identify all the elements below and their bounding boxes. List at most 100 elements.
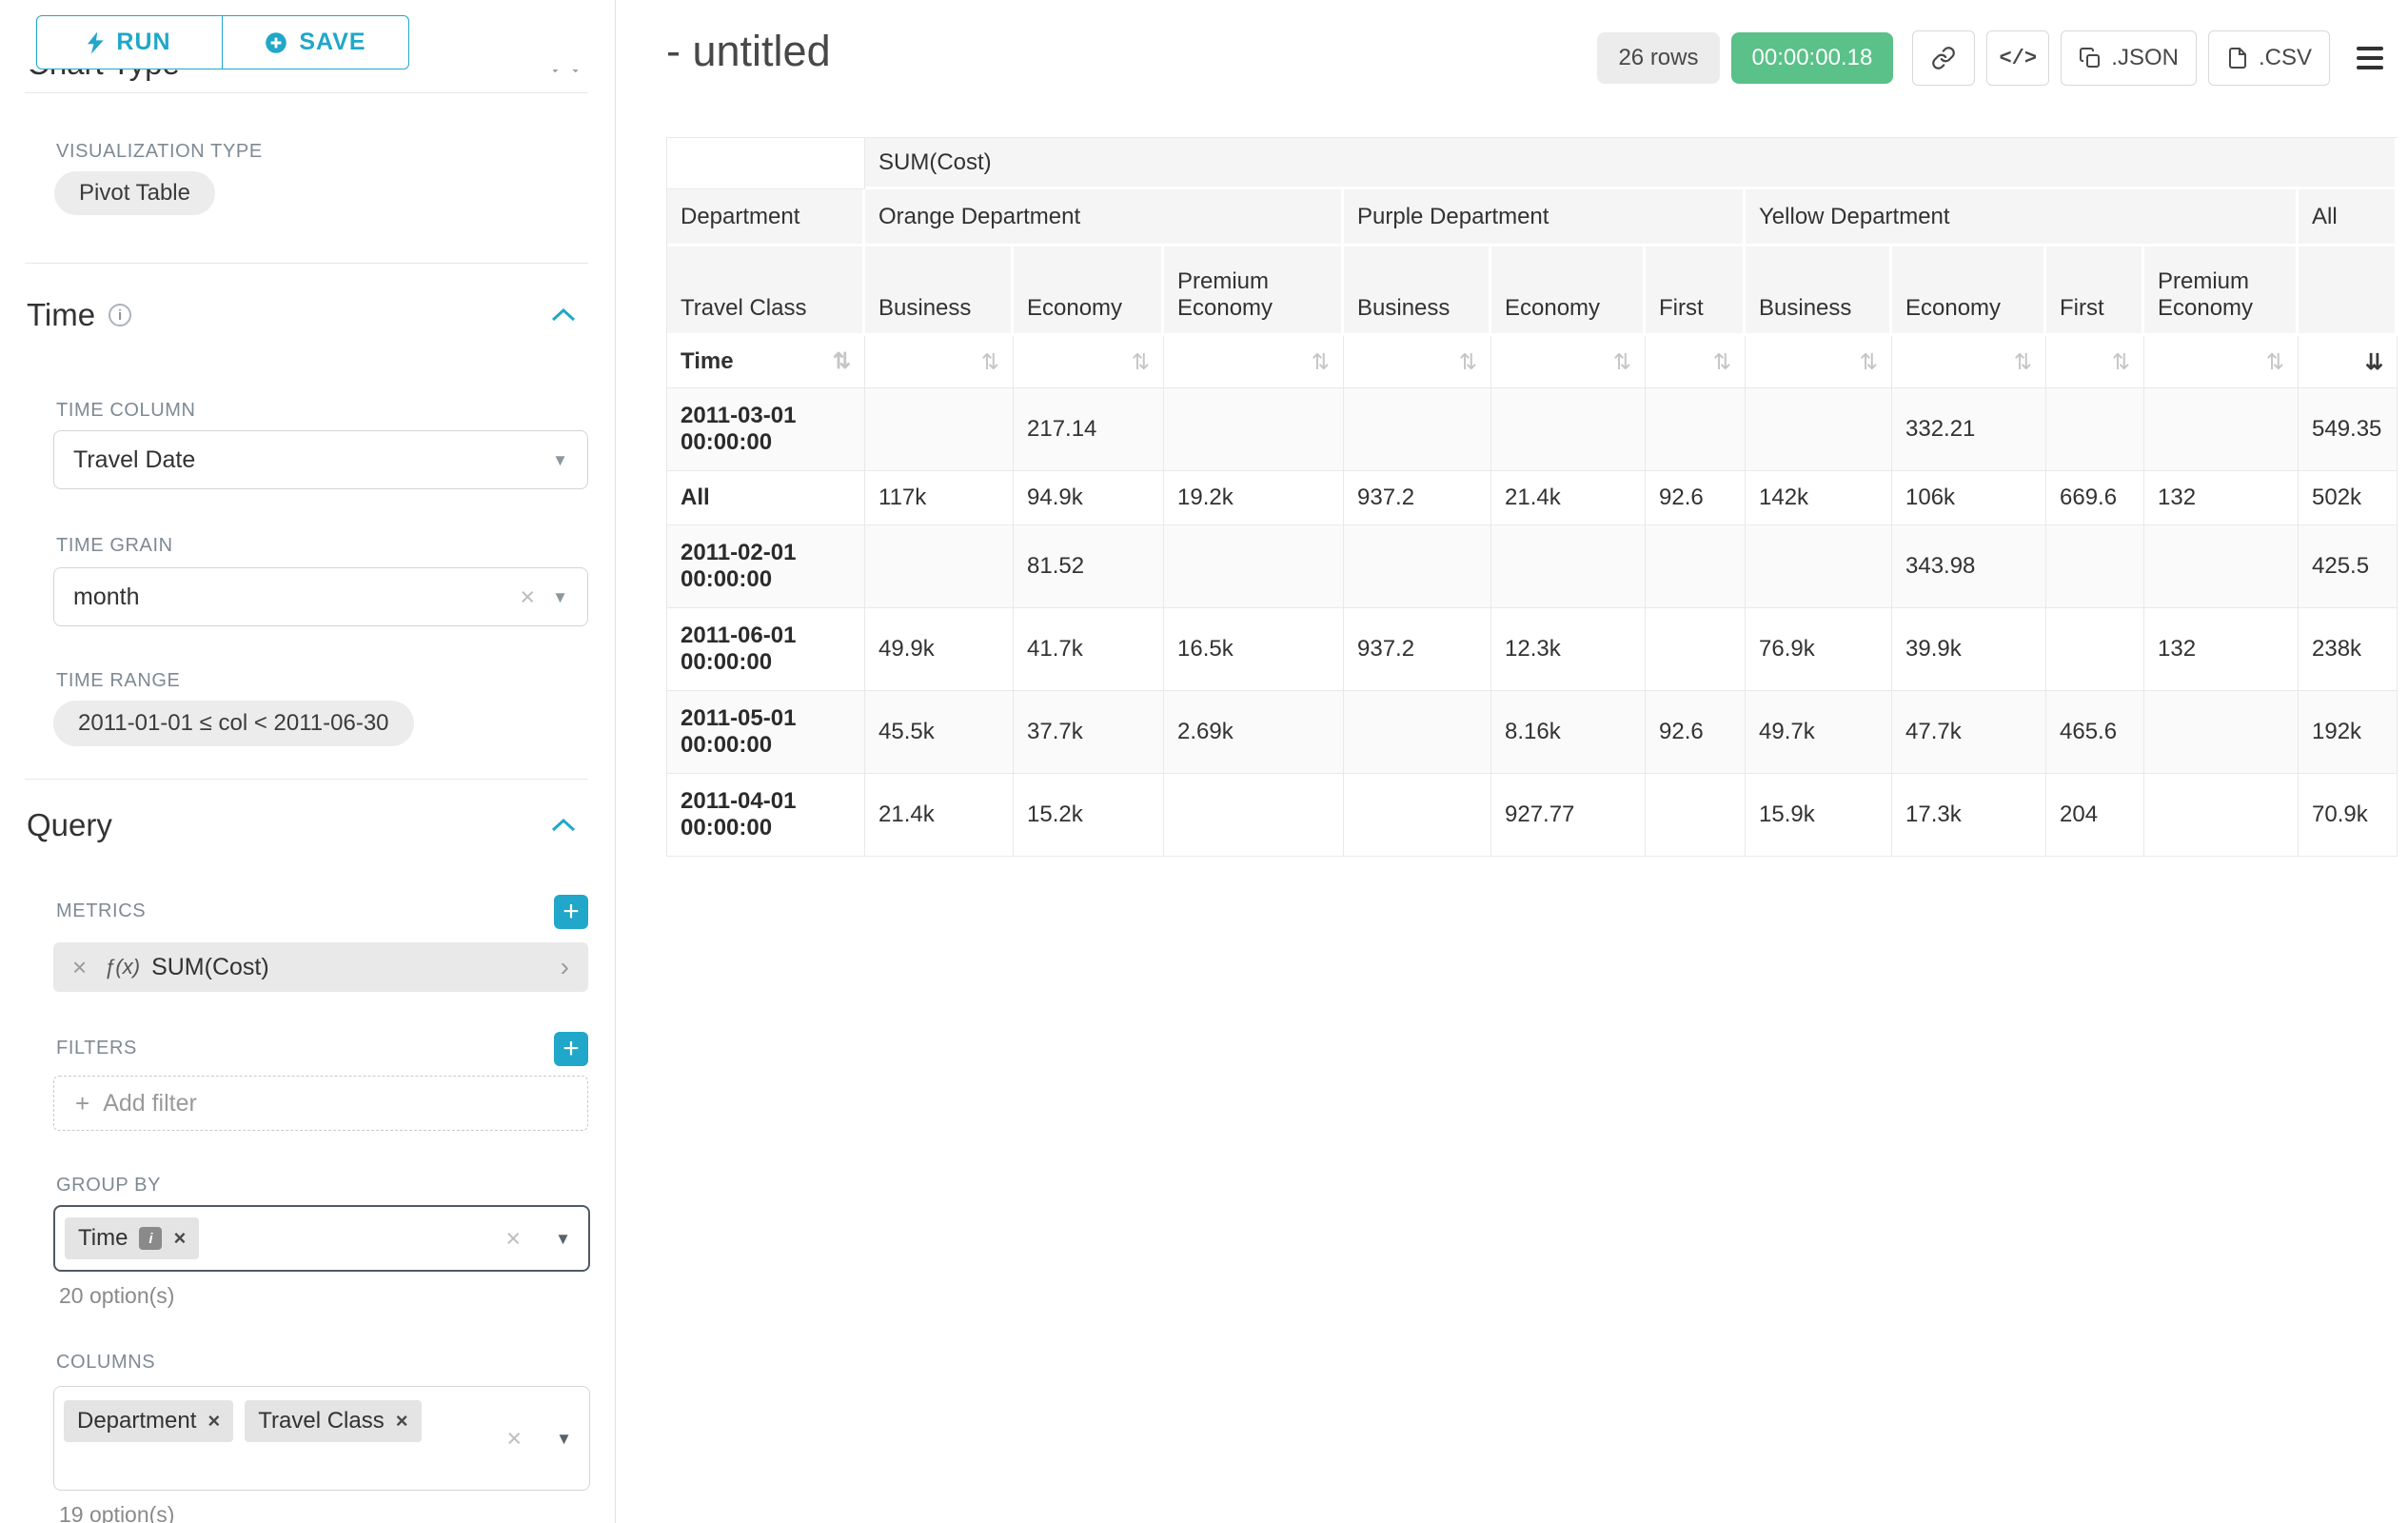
sort-toggle-cell[interactable]: ⇅ (1164, 336, 1344, 388)
sort-icon[interactable]: ⇅ (1713, 349, 1731, 375)
sort-toggle-cell[interactable]: ⇅ (2046, 336, 2144, 388)
sort-icon[interactable]: ⇅ (2266, 349, 2284, 375)
collapse-query-section-icon[interactable] (550, 818, 577, 834)
remove-metric-icon[interactable]: × (72, 953, 87, 982)
clear-all-icon[interactable]: × (506, 1426, 522, 1452)
clear-all-icon[interactable]: × (505, 1226, 521, 1252)
clear-icon[interactable]: × (520, 584, 535, 610)
metric-name: SUM(Cost) (151, 954, 269, 981)
export-csv-button[interactable]: .CSV (2208, 30, 2330, 86)
chevron-down-icon[interactable]: ▼ (552, 452, 568, 468)
collapse-time-section-icon[interactable] (550, 307, 577, 324)
col-header: First (1646, 247, 1746, 336)
value-cell: 238k (2299, 608, 2398, 691)
export-json-button[interactable]: .JSON (2061, 30, 2197, 86)
value-cell: 70.9k (2299, 774, 2398, 857)
time-column-select[interactable]: Travel Date ▼ (53, 430, 588, 489)
sort-toggle-cell[interactable]: ⇊ (2299, 336, 2398, 388)
row-label: 2011-03-01 00:00:00 (667, 388, 865, 471)
col-header: Economy (1014, 247, 1164, 336)
sort-icon[interactable]: ⇅ (1312, 349, 1330, 375)
time-column-label: TIME COLUMN (56, 400, 196, 422)
value-cell: 117k (865, 471, 1014, 525)
value-cell (1164, 525, 1344, 608)
share-link-button[interactable] (1912, 30, 1975, 86)
value-cell: 19.2k (1164, 471, 1344, 525)
remove-tag-icon[interactable]: × (396, 1411, 408, 1432)
value-cell: 94.9k (1014, 471, 1164, 525)
plus-circle-icon (265, 31, 287, 54)
time-range-pill[interactable]: 2011-01-01 ≤ col < 2011-06-30 (53, 701, 414, 746)
add-filter-label: Add filter (103, 1090, 197, 1118)
sort-icon[interactable]: ⇅ (1613, 349, 1631, 375)
sort-toggle-cell[interactable]: ⇅ (1746, 336, 1892, 388)
value-cell (1164, 774, 1344, 857)
row-label: 2011-05-01 00:00:00 (667, 691, 865, 774)
value-cell: 49.9k (865, 608, 1014, 691)
sort-toggle-cell[interactable]: ⇅ (1344, 336, 1491, 388)
hamburger-icon (2357, 47, 2383, 50)
save-button[interactable]: SAVE (223, 15, 409, 69)
chevron-down-icon[interactable]: ▼ (556, 1431, 572, 1447)
visualization-type-pill[interactable]: Pivot Table (54, 171, 215, 215)
pivot-table: SUM(Cost) Department Orange Department P… (666, 137, 2398, 857)
sort-toggle-cell[interactable]: ⇅ (1646, 336, 1746, 388)
chart-title[interactable]: - untitled (666, 27, 831, 76)
value-cell: 106k (1892, 471, 2046, 525)
value-cell (1491, 525, 1646, 608)
col-header-all (2299, 247, 2398, 336)
value-cell: 16.5k (1164, 608, 1344, 691)
sort-toggle-cell[interactable]: ⇅ (2144, 336, 2299, 388)
time-grain-value: month (73, 583, 139, 611)
value-cell: 937.2 (1344, 471, 1491, 525)
metric-pill[interactable]: × ƒ(x) SUM(Cost) › (53, 942, 588, 992)
run-button[interactable]: RUN (36, 15, 223, 69)
add-metric-button[interactable]: + (554, 895, 588, 929)
time-grain-select[interactable]: month × ▼ (53, 567, 588, 626)
value-cell: 343.98 (1892, 525, 2046, 608)
sort-toggle-cell[interactable]: ⇅ (865, 336, 1014, 388)
value-cell: 132 (2144, 608, 2299, 691)
columns-select[interactable]: Department × Travel Class × × ▼ (53, 1386, 590, 1491)
value-cell: 2.69k (1164, 691, 1344, 774)
columns-tag-department: Department × (64, 1400, 233, 1442)
view-query-button[interactable]: </> (1986, 30, 2049, 86)
select-controls: × ▼ (506, 1426, 572, 1452)
remove-tag-icon[interactable]: × (207, 1411, 220, 1432)
menu-button[interactable] (2347, 39, 2393, 77)
group-by-select[interactable]: Time i × × ▼ (53, 1205, 590, 1272)
col-header: Premium Economy (1164, 247, 1344, 336)
value-cell: 76.9k (1746, 608, 1892, 691)
sort-icon[interactable]: ⇅ (2014, 349, 2032, 375)
value-cell: 47.7k (1892, 691, 2046, 774)
columns-tags: Department × Travel Class × (64, 1400, 422, 1442)
chevron-down-icon[interactable]: ▼ (555, 1231, 571, 1247)
function-icon: ƒ(x) (104, 955, 140, 979)
time-sort-header[interactable]: Time ⇅ (667, 336, 865, 388)
sort-toggle-cell[interactable]: ⇅ (1014, 336, 1164, 388)
add-filter-button[interactable]: + Add filter (53, 1076, 588, 1131)
sort-toggle-cell[interactable]: ⇅ (1491, 336, 1646, 388)
sort-icon[interactable]: ⇅ (833, 348, 851, 374)
value-cell: 669.6 (2046, 471, 2144, 525)
sort-icon[interactable]: ⇅ (1860, 349, 1878, 375)
sort-icon[interactable]: ⇅ (981, 349, 999, 375)
table-row: 2011-03-01 00:00:00217.14332.21549.35 (667, 388, 2398, 471)
export-csv-label: .CSV (2259, 45, 2312, 71)
sort-icon[interactable]: ⇅ (1132, 349, 1150, 375)
value-cell: 549.35 (2299, 388, 2398, 471)
value-cell (1646, 388, 1746, 471)
value-cell (1646, 608, 1746, 691)
add-filter-plus-button[interactable]: + (554, 1032, 588, 1066)
col-header: Economy (1892, 247, 2046, 336)
run-save-button-group: RUN SAVE (36, 15, 409, 69)
sort-toggle-cell[interactable]: ⇅ (1892, 336, 2046, 388)
value-cell (1646, 774, 1746, 857)
sort-desc-active-icon[interactable]: ⇊ (2365, 349, 2383, 375)
chevron-down-icon[interactable]: ▼ (552, 589, 568, 605)
remove-tag-icon[interactable]: × (173, 1228, 186, 1249)
chevron-right-icon[interactable]: › (561, 952, 569, 982)
sort-icon[interactable]: ⇅ (1459, 349, 1477, 375)
sort-icon[interactable]: ⇅ (2112, 349, 2130, 375)
value-cell (1164, 388, 1344, 471)
